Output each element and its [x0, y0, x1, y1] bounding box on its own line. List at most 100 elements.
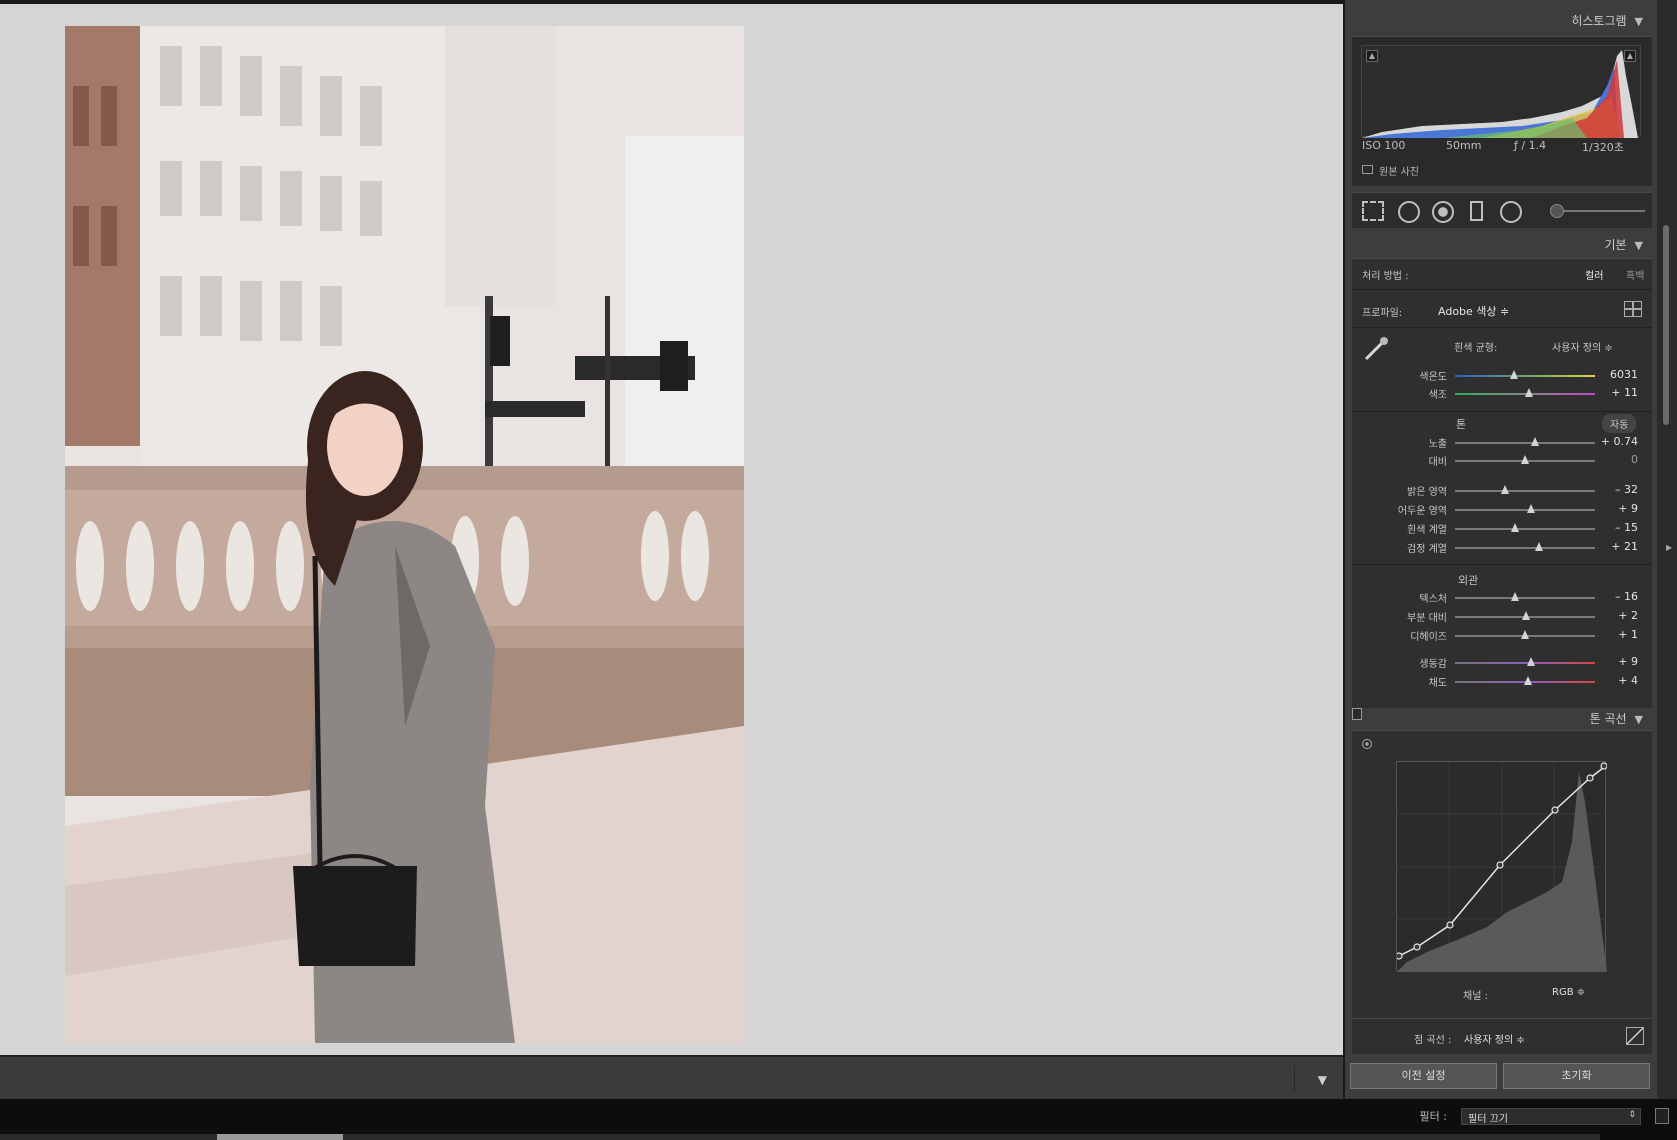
exposure-slider[interactable]: [1455, 437, 1595, 446]
temp-slider[interactable]: [1455, 370, 1595, 379]
bottom-toolbar: ▼: [0, 1055, 1343, 1099]
saturation-label: 채도: [1428, 678, 1447, 689]
reset-button[interactable]: 초기화: [1503, 1063, 1650, 1089]
saturation-knob[interactable]: [1523, 676, 1532, 685]
dehaze-slider[interactable]: [1455, 630, 1595, 639]
red-eye-tool-icon[interactable]: [1432, 201, 1454, 223]
tone-group-label: 톤: [1456, 418, 1467, 431]
treatment-bw-option[interactable]: 흑백: [1626, 267, 1644, 282]
vibrance-slider[interactable]: [1455, 657, 1595, 666]
auto-tone-button[interactable]: 자동: [1602, 414, 1637, 433]
histogram-header[interactable]: 히스토그램 ▼: [1571, 12, 1643, 29]
highlights-knob[interactable]: [1501, 485, 1510, 494]
contrast-value[interactable]: 0: [1598, 453, 1638, 466]
texture-knob[interactable]: [1511, 592, 1520, 601]
original-photo-checkbox[interactable]: [1362, 165, 1373, 174]
panel-collapse-arrow-icon[interactable]: ▸: [1666, 540, 1672, 554]
tone-curve-enable-toggle[interactable]: [1352, 708, 1362, 720]
filmstrip-selected-thumb[interactable]: [217, 1134, 343, 1140]
portrait-photo: [65, 26, 744, 1043]
wb-select[interactable]: 사용자 정의 ≑: [1552, 339, 1613, 354]
basic-header[interactable]: 기본 ▼: [1604, 236, 1643, 253]
temp-value[interactable]: 6031: [1598, 368, 1638, 381]
spot-removal-tool-icon[interactable]: [1398, 201, 1420, 223]
divider: [1352, 327, 1652, 328]
clarity-knob[interactable]: [1522, 611, 1531, 620]
filter-lock-icon[interactable]: [1655, 1108, 1669, 1124]
tone-curve-graph[interactable]: [1395, 761, 1608, 972]
collapse-triangle-icon[interactable]: ▼: [1635, 239, 1643, 252]
highlight-clipping-toggle[interactable]: [1624, 50, 1636, 62]
tint-knob[interactable]: [1525, 388, 1534, 397]
target-adjust-icon[interactable]: [1362, 739, 1372, 749]
channel-select[interactable]: RGB ≑: [1552, 987, 1585, 998]
presence-group-label: 외관: [1458, 574, 1479, 587]
clarity-label: 부분 대비: [1407, 613, 1447, 624]
profile-browser-icon[interactable]: [1624, 301, 1642, 317]
radial-filter-icon[interactable]: [1500, 201, 1522, 223]
toolbar-separator: [1294, 1065, 1295, 1093]
highlights-value[interactable]: – 32: [1598, 483, 1638, 496]
collapse-triangle-icon[interactable]: ▼: [1635, 15, 1643, 28]
contrast-knob[interactable]: [1521, 455, 1529, 464]
texture-slider[interactable]: [1455, 592, 1595, 601]
exposure-knob[interactable]: [1530, 437, 1539, 446]
filter-label: 필터 :: [1419, 1110, 1447, 1123]
blacks-knob[interactable]: [1535, 542, 1543, 551]
contrast-label: 대비: [1428, 457, 1447, 468]
whites-value[interactable]: – 15: [1598, 521, 1638, 534]
photo-preview[interactable]: [65, 26, 744, 1043]
exposure-label: 노출: [1428, 439, 1447, 450]
saturation-value[interactable]: + 4: [1598, 674, 1638, 687]
tone-curve-title: 톤 곡선: [1589, 712, 1627, 726]
shutter-info: 1/320초: [1582, 141, 1624, 154]
point-curve-select[interactable]: 사용자 정의 ≑: [1464, 1031, 1525, 1046]
blacks-value[interactable]: + 21: [1598, 540, 1638, 553]
saturation-slider[interactable]: [1455, 676, 1595, 685]
vibrance-value[interactable]: + 9: [1598, 655, 1638, 668]
whites-knob[interactable]: [1511, 523, 1520, 532]
blacks-slider[interactable]: [1455, 542, 1595, 551]
vibrance-knob[interactable]: [1526, 657, 1535, 666]
brush-slider-knob[interactable]: [1550, 204, 1564, 218]
shadow-clipping-toggle[interactable]: [1366, 50, 1378, 62]
dehaze-knob[interactable]: [1521, 630, 1529, 639]
filter-select[interactable]: 필터 끄기 ⇕: [1461, 1108, 1641, 1125]
dehaze-value[interactable]: + 1: [1598, 628, 1638, 641]
clarity-value[interactable]: + 2: [1598, 609, 1638, 622]
previous-settings-button[interactable]: 이전 설정: [1350, 1063, 1497, 1089]
shadows-value[interactable]: + 9: [1598, 502, 1638, 515]
panel-scrollbar[interactable]: ▸: [1657, 0, 1677, 1099]
texture-value[interactable]: – 16: [1598, 590, 1638, 603]
profile-select[interactable]: Adobe 색상 ≑: [1438, 303, 1509, 319]
collapse-triangle-icon[interactable]: ▼: [1635, 713, 1643, 726]
clarity-slider[interactable]: [1455, 611, 1595, 620]
whites-label: 흰색 계열: [1407, 525, 1447, 536]
whites-slider[interactable]: [1455, 523, 1595, 532]
graduated-filter-icon[interactable]: [1470, 201, 1483, 221]
temp-label: 색온도: [1419, 372, 1447, 383]
treatment-color-option[interactable]: 컬러: [1585, 267, 1603, 282]
crop-tool-icon[interactable]: [1362, 201, 1384, 221]
histogram-chart: [1362, 50, 1638, 138]
tint-slider[interactable]: [1455, 388, 1595, 397]
point-curve-edit-icon[interactable]: [1626, 1027, 1644, 1045]
exposure-value[interactable]: + 0.74: [1598, 435, 1638, 448]
brush-slider[interactable]: [1557, 210, 1645, 212]
divider: [1352, 289, 1652, 290]
panel-scrollbar-thumb[interactable]: [1663, 225, 1669, 425]
white-balance-eyedropper-icon[interactable]: [1362, 335, 1390, 363]
contrast-slider[interactable]: [1455, 455, 1595, 464]
temp-knob[interactable]: [1509, 370, 1518, 379]
highlights-slider[interactable]: [1455, 485, 1595, 494]
tint-value[interactable]: + 11: [1598, 386, 1638, 399]
image-canvas[interactable]: [0, 0, 1343, 1055]
tone-curve-chart: [1395, 762, 1608, 972]
shadows-knob[interactable]: [1526, 504, 1535, 513]
shadows-slider[interactable]: [1455, 504, 1595, 513]
basic-title: 기본: [1604, 238, 1627, 252]
tone-curve-header[interactable]: 톤 곡선 ▼: [1590, 710, 1643, 727]
histogram-graph[interactable]: [1361, 45, 1641, 138]
toolbar-dropdown-icon[interactable]: ▼: [1318, 1073, 1327, 1087]
original-photo-label: 원본 사진: [1379, 167, 1419, 178]
